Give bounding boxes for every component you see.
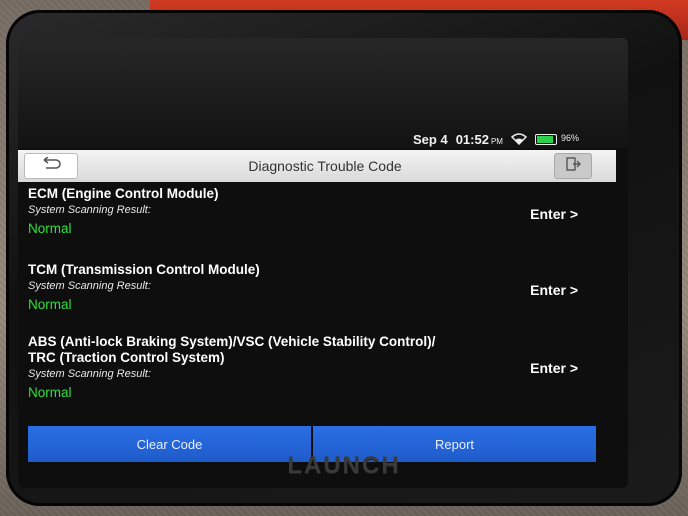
battery-level [536, 135, 553, 143]
exit-icon [565, 156, 581, 177]
scan-tool-device: Sep 4 01:52 PM 96% Diagnostic Trouble Co… [6, 10, 682, 506]
enter-button[interactable]: Enter > [530, 360, 578, 376]
status-bar: Sep 4 01:52 PM 96% [413, 130, 579, 148]
scan-result-label: System Scanning Result: [28, 368, 151, 380]
enter-button[interactable]: Enter > [530, 282, 578, 298]
status-ampm: PM [490, 136, 503, 146]
module-ecm[interactable]: ECM (Engine Control Module) System Scann… [28, 186, 608, 236]
battery-icon: 96% [534, 133, 579, 145]
status-time: 01:52 [455, 131, 489, 147]
module-name: TCM (Transmission Control Module) [28, 262, 260, 277]
module-name-line2: TRC (Traction Control System) [28, 350, 225, 365]
scan-result-label: System Scanning Result: [28, 204, 151, 216]
back-button[interactable] [24, 153, 78, 179]
scan-result-value: Normal [28, 297, 72, 312]
scan-result-value: Normal [28, 385, 72, 400]
back-arrow-icon [40, 155, 62, 176]
module-name: ABS (Anti-lock Braking System)/VSC (Vehi… [28, 334, 436, 349]
battery-percent: 96% [560, 132, 579, 143]
module-abs[interactable]: ABS (Anti-lock Braking System)/VSC (Vehi… [28, 334, 608, 400]
status-date: Sep 4 [413, 131, 448, 147]
page-title: Diagnostic Trouble Code [248, 158, 402, 174]
screen: Sep 4 01:52 PM 96% Diagnostic Trouble Co… [18, 38, 628, 488]
brand-logo: LAUNCH [287, 452, 401, 479]
exit-button[interactable] [554, 153, 592, 179]
scan-result-value: Normal [28, 221, 72, 236]
scan-result-label: System Scanning Result: [28, 280, 151, 292]
enter-button[interactable]: Enter > [530, 206, 578, 222]
module-tcm[interactable]: TCM (Transmission Control Module) System… [28, 262, 608, 312]
module-name: ECM (Engine Control Module) [28, 186, 219, 201]
wifi-icon [510, 133, 527, 145]
title-bar: Diagnostic Trouble Code [18, 150, 616, 182]
